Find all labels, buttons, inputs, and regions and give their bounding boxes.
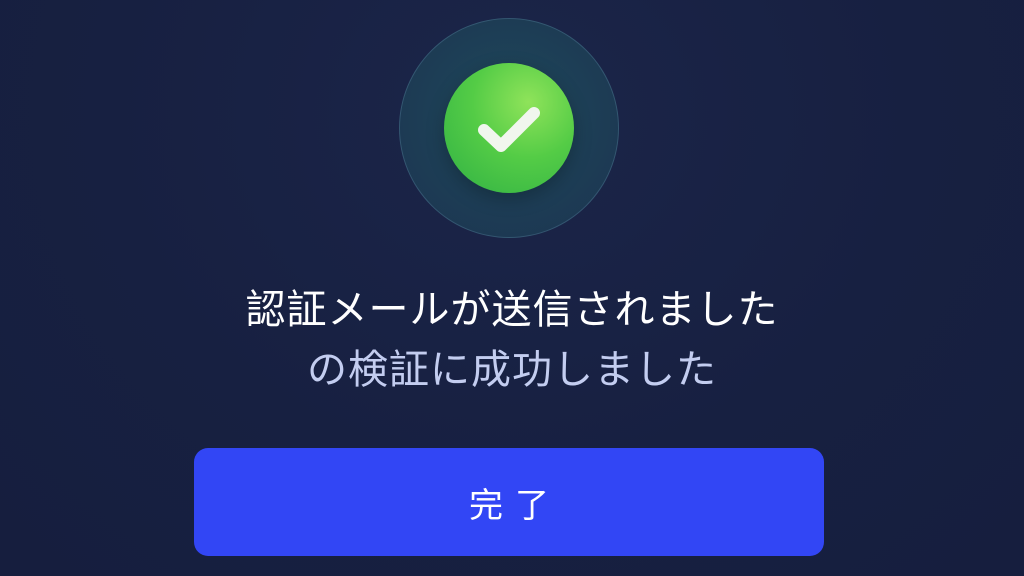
success-subtitle: の検証に成功しました [307, 347, 717, 393]
success-screen: 認証メールが送信されました の検証に成功しました 完了 [0, 0, 1024, 576]
checkmark-icon [478, 107, 540, 152]
done-button[interactable]: 完了 [194, 448, 824, 556]
check-circle-icon [444, 63, 574, 193]
success-title: 認証メールが送信されました [245, 287, 779, 333]
